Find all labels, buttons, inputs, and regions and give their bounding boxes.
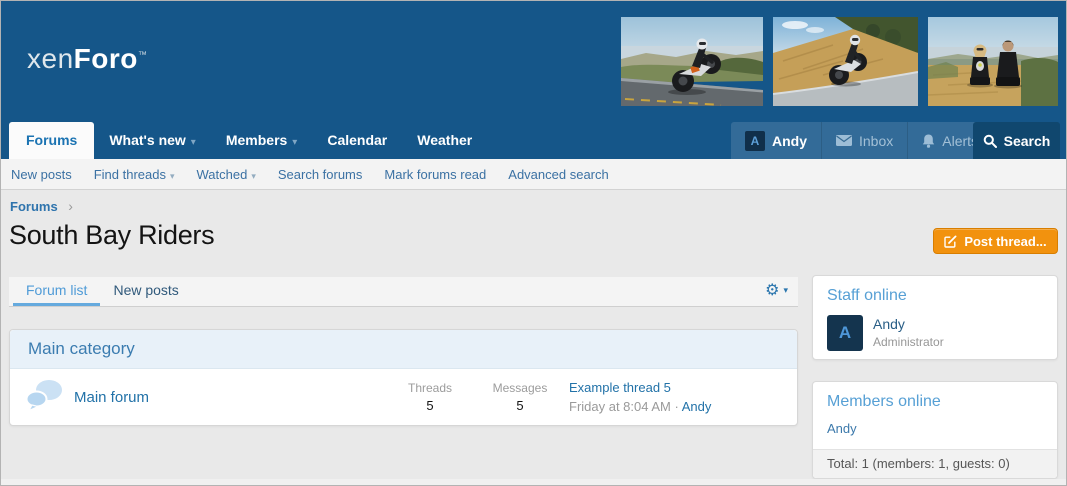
post-thread-label: Post thread... [964,234,1046,249]
banner-photo-couple [928,17,1058,106]
threads-label: Threads [385,381,475,395]
page-bottom-strip [1,479,1066,485]
forum-row: Main forum Threads 5 Messages 5 Example … [10,369,797,425]
staff-user-name-link[interactable]: Andy [873,316,944,332]
nav-tab-whats-new-label: What's new [109,132,185,148]
logo-trademark: ™ [138,50,148,60]
staff-user-info: Andy Administrator [873,315,944,351]
tab-new-posts[interactable]: New posts [100,277,191,306]
gear-icon: ⚙︎ [765,283,779,299]
subnav-new-posts-label: New posts [11,167,72,182]
page-title: South Bay Riders [9,220,214,251]
chevron-down-icon: ▾ [292,137,297,148]
chevron-down-icon: ▾ [251,171,256,181]
envelope-icon [836,135,852,146]
breadcrumb-forums-link[interactable]: Forums [10,199,58,214]
chevron-down-icon: ▾ [170,171,175,181]
breadcrumb-separator-icon: › [68,198,73,214]
nav-tab-forums[interactable]: Forums [9,122,94,159]
speech-bubbles-icon [24,378,64,416]
messages-stat: Messages 5 [475,381,565,413]
banner-photo-trail-rider [773,17,918,106]
subnav-advanced-search-label: Advanced search [508,167,608,182]
logo-xen: xen [27,43,74,74]
subnav-new-posts[interactable]: New posts [11,167,72,182]
subnav-find-threads-label: Find threads [94,167,166,182]
latest-thread-time[interactable]: Friday at 8:04 AM · [569,399,679,414]
subnav-watched-label: Watched [197,167,248,182]
chevron-down-icon: ▾ [783,285,788,296]
forum-page: xenForo™ [0,0,1067,486]
site-header: xenForo™ [1,1,1066,159]
latest-thread-author-link[interactable]: Andy [682,399,712,414]
tab-forum-list[interactable]: Forum list [13,277,100,306]
nav-tab-forums-label: Forums [26,132,77,148]
forum-options-menu[interactable]: ⚙︎ ▾ [765,277,788,304]
banner-photo-wheelie [621,17,763,106]
subnav-bar: New posts Find threads▾ Watched▾ Search … [1,159,1066,190]
main-navbar: Forums What's new ▾ Members ▾ Calendar Wea… [1,122,1066,159]
search-icon [983,134,997,148]
logo-foro: Foro [74,43,138,74]
forum-list-card: Main category Main forum Threads 5 Messa… [9,329,798,426]
nav-tab-calendar[interactable]: Calendar [312,122,402,159]
latest-thread: Example thread 5 Friday at 8:04 AM · And… [569,380,789,414]
subnav-mark-forums-read[interactable]: Mark forums read [384,167,486,182]
threads-value: 5 [385,398,475,413]
subnav-find-threads[interactable]: Find threads ▾ [94,167,175,182]
compose-pencil-icon [944,235,957,248]
nav-tab-weather[interactable]: Weather [402,122,487,159]
nav-tab-members-label: Members [226,132,287,148]
account-group: A Andy Inbox Alerts [731,122,992,159]
members-online-body: Members online Andy [813,382,1057,447]
staff-user: A Andy Administrator [827,315,1043,351]
latest-thread-meta: Friday at 8:04 AM · Andy [569,399,789,414]
staff-user-role: Administrator [873,335,944,349]
search-label: Search [1004,133,1051,149]
member-link-andy[interactable]: Andy [827,421,1043,436]
subnav-search-forums-label: Search forums [278,167,363,182]
messages-value: 5 [475,398,565,413]
nav-tabs: Forums What's new ▾ Members ▾ Calendar Wea… [9,122,487,159]
members-online-title: Members online [827,393,1043,411]
nav-tab-weather-label: Weather [417,132,472,148]
breadcrumb: Forums › [10,198,73,214]
subnav-advanced-search[interactable]: Advanced search [508,167,608,182]
staff-online-title: Staff online [827,287,1043,305]
nav-tab-calendar-label: Calendar [327,132,387,148]
site-logo[interactable]: xenForo™ [27,43,147,75]
staff-online-card: Staff online A Andy Administrator [812,275,1058,360]
content-tab-strip: Forum list New posts ⚙︎ ▾ [9,277,798,307]
subnav-mark-forums-read-label: Mark forums read [384,167,486,182]
nav-tab-whats-new[interactable]: What's new ▾ [94,122,210,159]
threads-stat: Threads 5 [385,381,475,413]
subnav-watched[interactable]: Watched▾ [197,167,256,182]
forum-link-main-forum[interactable]: Main forum [74,389,149,406]
account-menu-button[interactable]: A Andy [731,122,822,159]
inbox-button[interactable]: Inbox [822,122,908,159]
category-header[interactable]: Main category [10,330,797,369]
account-username: Andy [772,133,807,149]
inbox-label: Inbox [859,133,893,149]
chevron-down-icon: ▾ [191,137,196,148]
post-thread-button[interactable]: Post thread... [933,228,1058,254]
search-button[interactable]: Search [973,122,1060,159]
subnav-search-forums[interactable]: Search forums [278,167,363,182]
members-online-card: Members online Andy Total: 1 (members: 1… [812,381,1058,479]
messages-label: Messages [475,381,565,395]
avatar[interactable]: A [827,315,863,351]
nav-tab-members[interactable]: Members ▾ [211,122,313,159]
latest-thread-link[interactable]: Example thread 5 [569,380,789,395]
members-online-total: Total: 1 (members: 1, guests: 0) [813,449,1057,478]
avatar: A [745,131,765,151]
bell-icon [922,134,935,148]
